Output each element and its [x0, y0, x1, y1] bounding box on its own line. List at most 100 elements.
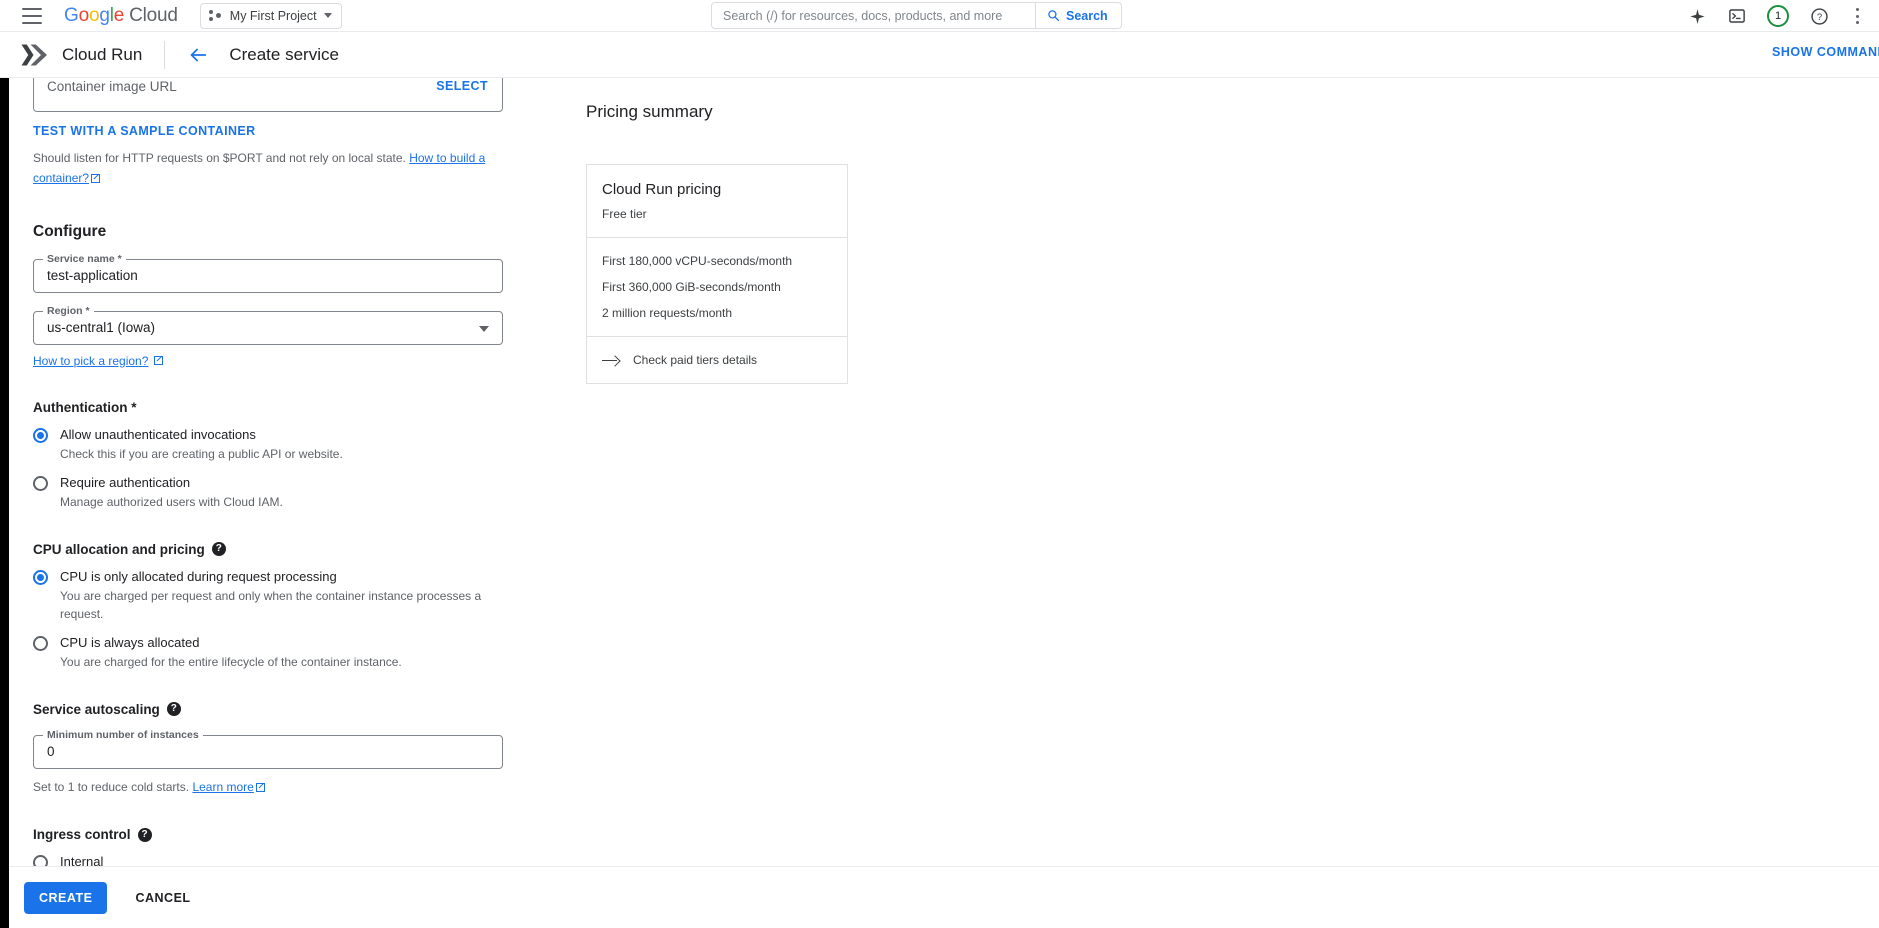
project-selector[interactable]: My First Project [199, 2, 342, 29]
service-name-label: Service name * [43, 252, 126, 265]
arrow-right-icon [602, 355, 619, 365]
cpu-option-always-allocated[interactable]: CPU is always allocated You are charged … [33, 635, 503, 672]
back-arrow-icon[interactable] [187, 44, 209, 66]
auth-option-label: Require authentication [60, 475, 191, 491]
radio-button[interactable] [33, 427, 48, 443]
autoscaling-learn-more-link[interactable]: Learn more [192, 780, 253, 794]
pricing-card-heading: Cloud Run pricing [602, 181, 722, 198]
autoscaling-hint: Set to 1 to reduce cold starts. Learn mo… [33, 778, 495, 798]
logo-letter: e [113, 4, 125, 26]
project-cluster-icon [208, 9, 223, 23]
ingress-control-heading: Ingress control ? [33, 827, 503, 842]
min-instances-input[interactable]: 0 [47, 744, 55, 759]
radio-button[interactable] [33, 569, 48, 585]
pricing-card-footer: Check paid tiers details [587, 337, 847, 383]
hamburger-line [22, 14, 42, 17]
pricing-free-tier-list: First 180,000 vCPU-seconds/month First 3… [587, 238, 847, 337]
min-instances-field[interactable]: Minimum number of instances 0 [33, 728, 503, 769]
pricing-summary-panel: Pricing summary Cloud Run pricing Free t… [586, 102, 886, 384]
container-image-url-placeholder: Container image URL [47, 78, 177, 94]
cpu-option-text: CPU is only allocated during request pro… [60, 569, 503, 623]
cpu-allocation-heading-label: CPU allocation and pricing [33, 541, 205, 557]
form-action-bar: CREATE CANCEL [9, 866, 1879, 928]
check-paid-tiers-label: Check paid tiers details [633, 353, 758, 367]
help-question-icon[interactable]: ? [211, 542, 226, 557]
pricing-list-item: First 360,000 GiB-seconds/month [602, 280, 781, 294]
gemini-sparkle-icon[interactable] [1687, 6, 1707, 26]
cpu-option-desc: You are charged per request and only whe… [60, 589, 482, 621]
top-bar-actions: 1 ? [1687, 0, 1865, 32]
search-button[interactable]: Search [1035, 2, 1122, 29]
service-name-field[interactable]: Service name * test-application [33, 252, 503, 293]
hamburger-line [22, 21, 42, 24]
google-cloud-logo[interactable]: Google Cloud [64, 5, 178, 27]
logo-letter: o [78, 4, 90, 26]
logo-cloud-word: Cloud [129, 4, 178, 26]
page-title: Create service [229, 44, 339, 64]
global-search: Search (/) for resources, docs, products… [711, 2, 1122, 29]
auth-option-desc: Check this if you are creating a public … [60, 446, 343, 461]
show-command-button[interactable]: SHOW COMMAND [1772, 45, 1879, 59]
logo-letter: G [64, 4, 79, 26]
help-question-icon[interactable]: ? [166, 702, 181, 717]
cpu-option-text: CPU is always allocated You are charged … [60, 635, 402, 672]
logo-letter: o [88, 4, 100, 26]
cpu-option-request-only[interactable]: CPU is only allocated during request pro… [33, 569, 503, 623]
select-image-button[interactable]: SELECT [436, 79, 488, 93]
how-to-pick-region-label: How to pick a region? [33, 353, 149, 368]
container-image-url-field[interactable]: Container image URL SELECT [33, 78, 503, 112]
pricing-list-item: First 180,000 vCPU-seconds/month [602, 254, 793, 268]
autoscaling-heading-label: Service autoscaling [33, 701, 160, 717]
cloud-shell-terminal-icon[interactable] [1727, 6, 1747, 26]
cloud-run-pricing-card: Cloud Run pricing Free tier First 180,00… [586, 164, 848, 384]
chevron-down-icon [323, 13, 332, 18]
min-instances-label: Minimum number of instances [43, 728, 203, 741]
search-button-label: Search [1066, 8, 1108, 23]
cloud-run-create-service-page: Google Cloud My First Project Search (/)… [0, 0, 1879, 928]
region-select[interactable]: Region * us-central1 (Iowa) [33, 304, 503, 345]
product-name[interactable]: Cloud Run [62, 45, 142, 65]
help-question-icon[interactable]: ? [137, 827, 152, 842]
header-divider [164, 40, 166, 69]
search-icon [1048, 10, 1059, 21]
global-top-bar: Google Cloud My First Project Search (/)… [0, 0, 1879, 32]
product-header-bar: Cloud Run Create service SHOW COMMAND [0, 32, 1879, 78]
search-input[interactable]: Search (/) for resources, docs, products… [711, 2, 1035, 29]
page-content: Container image URL SELECT TEST WITH A S… [9, 78, 1879, 890]
test-sample-container-button[interactable]: TEST WITH A SAMPLE CONTAINER [33, 124, 256, 138]
region-label: Region * [43, 304, 94, 317]
container-hint-text: Should listen for HTTP requests on $PORT… [33, 149, 495, 189]
cancel-button[interactable]: CANCEL [121, 882, 204, 914]
radio-button[interactable] [33, 635, 48, 651]
more-options-kebab-icon[interactable] [1849, 7, 1865, 25]
notifications-count-badge[interactable]: 1 [1767, 5, 1789, 27]
cpu-option-desc: You are charged for the entire lifecycle… [60, 655, 402, 670]
autoscaling-heading: Service autoscaling ? [33, 702, 503, 717]
auth-option-allow-unauthenticated[interactable]: Allow unauthenticated invocations Check … [33, 427, 503, 464]
hamburger-menu-icon[interactable] [22, 7, 42, 24]
container-hint-body: Should listen for HTTP requests on $PORT… [33, 151, 406, 165]
pricing-card-subheading: Free tier [602, 207, 647, 221]
logo-letter: g [99, 4, 110, 26]
cpu-allocation-heading: CPU allocation and pricing ? [33, 542, 503, 557]
radio-button[interactable] [33, 476, 48, 492]
chevron-down-icon [479, 325, 489, 332]
service-name-input[interactable]: test-application [47, 268, 138, 283]
auth-option-desc: Manage authorized users with Cloud IAM. [60, 495, 283, 510]
create-button[interactable]: CREATE [24, 881, 108, 914]
auth-option-text: Allow unauthenticated invocations Check … [60, 427, 343, 464]
auth-option-require-authentication[interactable]: Require authentication Manage authorized… [33, 475, 503, 512]
cpu-option-label: CPU is always allocated [60, 634, 200, 650]
pricing-card-header: Cloud Run pricing Free tier [587, 165, 847, 238]
help-question-icon[interactable]: ? [1809, 6, 1829, 26]
pricing-summary-title: Pricing summary [586, 102, 713, 121]
pricing-list-item: 2 million requests/month [602, 306, 733, 320]
autoscaling-hint-body: Set to 1 to reduce cold starts. [33, 779, 190, 794]
authentication-heading-label: Authentication * [33, 399, 137, 415]
external-link-icon [91, 173, 101, 183]
how-to-pick-region-link[interactable]: How to pick a region? [33, 353, 164, 368]
cloud-run-logo-icon [21, 44, 47, 65]
region-value: us-central1 (Iowa) [47, 320, 156, 336]
check-paid-tiers-link[interactable]: Check paid tiers details [602, 353, 832, 367]
external-link-icon [255, 782, 265, 792]
